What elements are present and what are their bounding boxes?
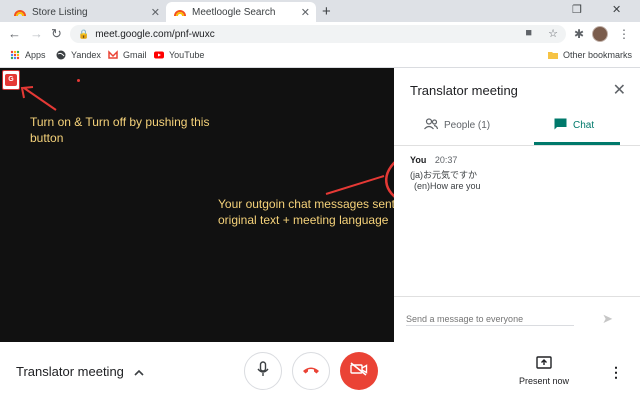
tab-label: Chat <box>573 120 595 131</box>
bookmark-other[interactable]: Other bookmarks <box>548 50 632 60</box>
camera-toggle-button[interactable] <box>340 352 378 390</box>
restore-icon[interactable]: ❐ <box>572 3 582 16</box>
rainbow-icon <box>174 6 186 18</box>
reload-icon[interactable]: ↻ <box>51 26 62 42</box>
bookmark-label: Yandex <box>71 50 101 60</box>
extensions-icon[interactable]: ✱ <box>574 27 584 41</box>
tab-people[interactable]: People (1) <box>424 118 490 133</box>
present-label: Present now <box>518 376 570 386</box>
apps-grid-icon <box>10 50 20 60</box>
divider <box>394 296 640 297</box>
chevron-up-icon <box>134 365 144 379</box>
chat-icon <box>554 118 567 133</box>
message-line: (ja)お元気ですか <box>410 170 477 180</box>
bookmark-label: YouTube <box>169 50 205 60</box>
message-time: 20:37 <box>434 155 458 165</box>
avatar[interactable] <box>592 26 608 42</box>
star-icon[interactable]: ☆ <box>548 27 558 40</box>
message-sender: You <box>410 155 427 165</box>
address-bar[interactable]: 🔒 meet.google.com/pnf-wuxc ■ ☆ <box>70 25 566 43</box>
gmail-icon <box>108 50 118 60</box>
new-tab-button[interactable]: + <box>322 3 331 20</box>
meeting-controls-bar: Translator meeting Present now ⋮ <box>0 342 640 400</box>
bookmark-label: Apps <box>25 50 46 60</box>
toggle-hint: Turn on & Turn off by pushing this butto… <box>30 114 209 146</box>
back-icon[interactable]: ← <box>8 26 21 41</box>
annotation-text: Your outgoin chat messages sent <box>218 197 396 211</box>
chat-input[interactable] <box>406 312 574 326</box>
close-window-icon[interactable]: ✕ <box>612 3 621 16</box>
bookmarks-bar: Apps Yandex Gmail YouTube Other bookmark… <box>0 46 640 68</box>
annotation-text: button <box>30 131 64 145</box>
send-icon[interactable]: ➤ <box>602 311 613 327</box>
folder-icon <box>548 50 558 60</box>
hang-up-button[interactable] <box>292 352 330 390</box>
meeting-name: Translator meeting <box>16 364 124 379</box>
rainbow-icon <box>14 6 26 18</box>
chat-hint: Your outgoin chat messages sent original… <box>218 196 395 228</box>
menu-icon[interactable]: ⋮ <box>618 27 630 41</box>
close-icon[interactable]: ✕ <box>613 80 626 100</box>
bookmark-label: Gmail <box>123 50 147 60</box>
globe-icon <box>56 50 66 60</box>
panel-title: Translator meeting <box>410 83 518 98</box>
annotation-text: Turn on & Turn off by pushing this <box>30 115 210 129</box>
close-icon[interactable]: ✕ <box>151 6 160 19</box>
browser-toolbar: ← → ↻ 🔒 meet.google.com/pnf-wuxc ■ ☆ ✱ ⋮ <box>0 22 640 46</box>
phone-hangup-icon <box>302 362 320 380</box>
tab-label: People (1) <box>444 120 491 131</box>
message-line: (en)How are you <box>414 181 481 191</box>
annotation-arrow <box>23 87 57 111</box>
tab-label: Store Listing <box>32 6 88 18</box>
bookmark-apps[interactable]: Apps <box>10 50 46 60</box>
bookmark-youtube[interactable]: YouTube <box>154 50 204 60</box>
annotation-text: original text + meeting language <box>218 213 389 227</box>
tab-meet[interactable]: Meetloogle Search ✕ <box>166 2 316 22</box>
camera-off-icon <box>350 361 368 381</box>
url-text: meet.google.com/pnf-wuxc <box>95 28 215 40</box>
camera-icon[interactable]: ■ <box>525 27 532 39</box>
more-options-icon[interactable]: ⋮ <box>609 364 623 381</box>
side-panel: Translator meeting ✕ People (1) Chat You… <box>394 68 640 342</box>
microphone-button[interactable] <box>244 352 282 390</box>
present-screen-icon <box>512 356 576 372</box>
tab-strip: Store Listing ✕ Meetloogle Search ✕ + ❐ … <box>0 0 640 22</box>
tab-store-listing[interactable]: Store Listing ✕ <box>6 2 166 22</box>
microphone-icon <box>257 360 269 382</box>
divider <box>394 145 640 146</box>
tab-label: Meetloogle Search <box>192 6 276 18</box>
bookmark-gmail[interactable]: Gmail <box>108 50 147 60</box>
youtube-icon <box>154 50 164 60</box>
people-icon <box>424 118 439 133</box>
close-icon[interactable]: ✕ <box>301 6 310 19</box>
annotation-arrow <box>325 175 385 195</box>
present-now-button[interactable]: Present now <box>512 356 576 386</box>
tab-chat[interactable]: Chat <box>554 118 594 133</box>
forward-icon[interactable]: → <box>30 26 43 41</box>
bookmark-label: Other bookmarks <box>563 50 633 60</box>
meeting-details-toggle[interactable]: Translator meeting <box>16 364 144 379</box>
bookmark-yandex[interactable]: Yandex <box>56 50 101 60</box>
lock-icon: 🔒 <box>78 28 90 39</box>
message-header: You 20:37 <box>410 155 457 165</box>
